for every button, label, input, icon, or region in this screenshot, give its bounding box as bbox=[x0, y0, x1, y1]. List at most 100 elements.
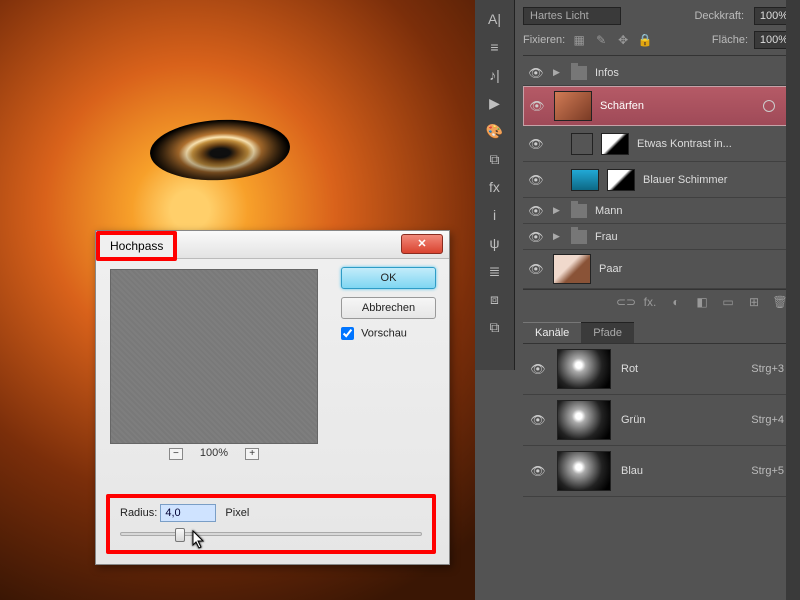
layers-panel[interactable]: 👁 ▶ Infos 👁 Schärfen 👁 Etwas Kontrast in… bbox=[523, 56, 794, 289]
layer-group-mann[interactable]: 👁 ▶ Mann bbox=[523, 198, 794, 224]
layer-contrast[interactable]: 👁 Etwas Kontrast in... bbox=[523, 126, 794, 162]
panel-icon-glyphs[interactable]: ♪| bbox=[480, 62, 510, 88]
panel-icon-grid[interactable]: ⧉ bbox=[480, 146, 510, 172]
adjustment-icon[interactable]: ◧ bbox=[694, 295, 710, 309]
chevron-right-icon[interactable]: ▶ bbox=[553, 205, 563, 216]
channel-shortcut: Strg+5 bbox=[751, 465, 784, 477]
panel-icon-3d[interactable]: ⧈ bbox=[480, 286, 510, 312]
adjust-thumb[interactable] bbox=[571, 169, 599, 191]
channel-shortcut: Strg+4 bbox=[751, 414, 784, 426]
folder-icon bbox=[571, 204, 587, 218]
preview-checkbox-label: Vorschau bbox=[361, 327, 407, 339]
channels-panel[interactable]: 👁 Rot Strg+3 👁 Grün Strg+4 👁 Blau Strg+5 bbox=[523, 343, 794, 497]
panel-icon-character[interactable]: A| bbox=[480, 6, 510, 32]
visibility-icon[interactable]: 👁 bbox=[527, 66, 545, 80]
channel-name: Blau bbox=[621, 465, 741, 477]
channels-pfade-tabs: Kanäle Pfade bbox=[523, 322, 794, 343]
layer-name[interactable]: Mann bbox=[595, 205, 790, 217]
panel-icon-swatches[interactable]: 🎨 bbox=[480, 118, 510, 144]
panel-icon-list[interactable]: ≣ bbox=[480, 258, 510, 284]
layer-thumb[interactable] bbox=[553, 254, 591, 284]
lock-pixels-icon[interactable]: ▦ bbox=[571, 32, 587, 48]
layer-name[interactable]: Paar bbox=[599, 263, 790, 275]
layer-name[interactable]: Frau bbox=[595, 231, 790, 243]
dialog-title-bar[interactable]: Hochpass ✕ bbox=[96, 231, 449, 259]
channel-row-green[interactable]: 👁 Grün Strg+4 bbox=[523, 395, 794, 446]
visibility-icon[interactable]: 👁 bbox=[529, 413, 547, 427]
layer-thumb[interactable] bbox=[554, 91, 592, 121]
chevron-right-icon[interactable]: ▶ bbox=[553, 231, 563, 242]
radius-label: Radius: bbox=[120, 507, 157, 519]
zoom-out-button[interactable]: − bbox=[169, 448, 183, 460]
right-panel-area: A| ≡ ♪| ▶ 🎨 ⧉ fx i ψ ≣ ⧈ ⧉ Hartes Licht … bbox=[475, 0, 800, 600]
layer-name[interactable]: Infos bbox=[595, 67, 790, 79]
channel-row-red[interactable]: 👁 Rot Strg+3 bbox=[523, 344, 794, 395]
layer-name[interactable]: Schärfen bbox=[600, 100, 789, 112]
lock-label: Fixieren: bbox=[523, 34, 565, 46]
layer-blauer-schimmer[interactable]: 👁 Blauer Schimmer bbox=[523, 162, 794, 198]
mask-thumb[interactable] bbox=[601, 133, 629, 155]
fill-label: Fläche: bbox=[712, 34, 748, 46]
visibility-icon[interactable]: 👁 bbox=[527, 230, 545, 244]
visibility-icon[interactable]: 👁 bbox=[527, 204, 545, 218]
zoom-in-button[interactable]: + bbox=[245, 448, 259, 460]
fx-icon[interactable]: fx. bbox=[642, 295, 658, 309]
visibility-icon[interactable]: 👁 bbox=[527, 137, 545, 151]
visibility-icon[interactable]: 👁 bbox=[527, 262, 545, 276]
panel-icon-styles[interactable]: fx bbox=[480, 174, 510, 200]
link-icon[interactable]: ⊂⊃ bbox=[616, 295, 632, 309]
layer-group-frau[interactable]: 👁 ▶ Frau bbox=[523, 224, 794, 250]
lock-all-icon[interactable]: 🔒 bbox=[637, 32, 653, 48]
zoom-controls: − 100% + bbox=[110, 447, 318, 460]
scrollbar[interactable] bbox=[786, 0, 800, 600]
channel-thumb[interactable] bbox=[557, 400, 611, 440]
channel-name: Rot bbox=[621, 363, 741, 375]
filter-badge-icon bbox=[763, 100, 775, 112]
folder-icon bbox=[571, 66, 587, 80]
layers-footer: ⊂⊃ fx. ◐ ◧ ▭ ⊞ 🗑 bbox=[523, 289, 794, 314]
radius-slider-thumb[interactable] bbox=[175, 528, 185, 542]
close-button[interactable]: ✕ bbox=[401, 234, 443, 254]
layer-group-infos[interactable]: 👁 ▶ Infos bbox=[523, 60, 794, 86]
dialog-title: Hochpass bbox=[96, 231, 177, 261]
radius-unit: Pixel bbox=[225, 507, 249, 519]
preview-checkbox[interactable] bbox=[341, 327, 354, 340]
channel-shortcut: Strg+3 bbox=[751, 363, 784, 375]
mask-thumb[interactable] bbox=[607, 169, 635, 191]
lock-move-icon[interactable]: ✥ bbox=[615, 32, 631, 48]
group-icon[interactable]: ▭ bbox=[720, 295, 736, 309]
panel-icon-play[interactable]: ▶ bbox=[480, 90, 510, 116]
visibility-icon[interactable]: 👁 bbox=[527, 173, 545, 187]
visibility-icon[interactable]: 👁 bbox=[529, 362, 547, 376]
panel-icon-paragraph[interactable]: ≡ bbox=[480, 34, 510, 60]
channel-thumb[interactable] bbox=[557, 349, 611, 389]
panel-icon-fork[interactable]: ψ bbox=[480, 230, 510, 256]
lock-paint-icon[interactable]: ✎ bbox=[593, 32, 609, 48]
visibility-icon[interactable]: 👁 bbox=[528, 99, 546, 113]
tab-paths[interactable]: Pfade bbox=[581, 322, 634, 343]
adjust-thumb[interactable] bbox=[571, 133, 593, 155]
radius-input[interactable] bbox=[160, 504, 216, 522]
panel-icon-misc[interactable]: ⧉ bbox=[480, 314, 510, 340]
radius-group: Radius: Pixel bbox=[106, 494, 436, 554]
cancel-button[interactable]: Abbrechen bbox=[341, 297, 436, 319]
filter-preview[interactable] bbox=[110, 269, 318, 444]
highpass-dialog: Hochpass ✕ − 100% + OK Abbrechen Vorscha… bbox=[95, 230, 450, 565]
tab-channels[interactable]: Kanäle bbox=[523, 322, 581, 343]
layer-name[interactable]: Blauer Schimmer bbox=[643, 174, 790, 186]
blend-mode-select[interactable]: Hartes Licht bbox=[523, 7, 621, 25]
mask-icon[interactable]: ◐ bbox=[668, 295, 684, 309]
radius-slider[interactable] bbox=[120, 532, 422, 536]
channel-name: Grün bbox=[621, 414, 741, 426]
layer-name[interactable]: Etwas Kontrast in... bbox=[637, 138, 790, 150]
new-layer-icon[interactable]: ⊞ bbox=[746, 295, 762, 309]
layer-schaerfen[interactable]: 👁 Schärfen bbox=[523, 86, 794, 126]
chevron-right-icon[interactable]: ▶ bbox=[553, 67, 563, 78]
channel-row-blue[interactable]: 👁 Blau Strg+5 bbox=[523, 446, 794, 497]
channel-thumb[interactable] bbox=[557, 451, 611, 491]
panel-icon-info[interactable]: i bbox=[480, 202, 510, 228]
visibility-icon[interactable]: 👁 bbox=[529, 464, 547, 478]
ok-button[interactable]: OK bbox=[341, 267, 436, 289]
layer-paar[interactable]: 👁 Paar bbox=[523, 250, 794, 289]
collapsed-panel-strip[interactable]: A| ≡ ♪| ▶ 🎨 ⧉ fx i ψ ≣ ⧈ ⧉ bbox=[475, 0, 515, 370]
